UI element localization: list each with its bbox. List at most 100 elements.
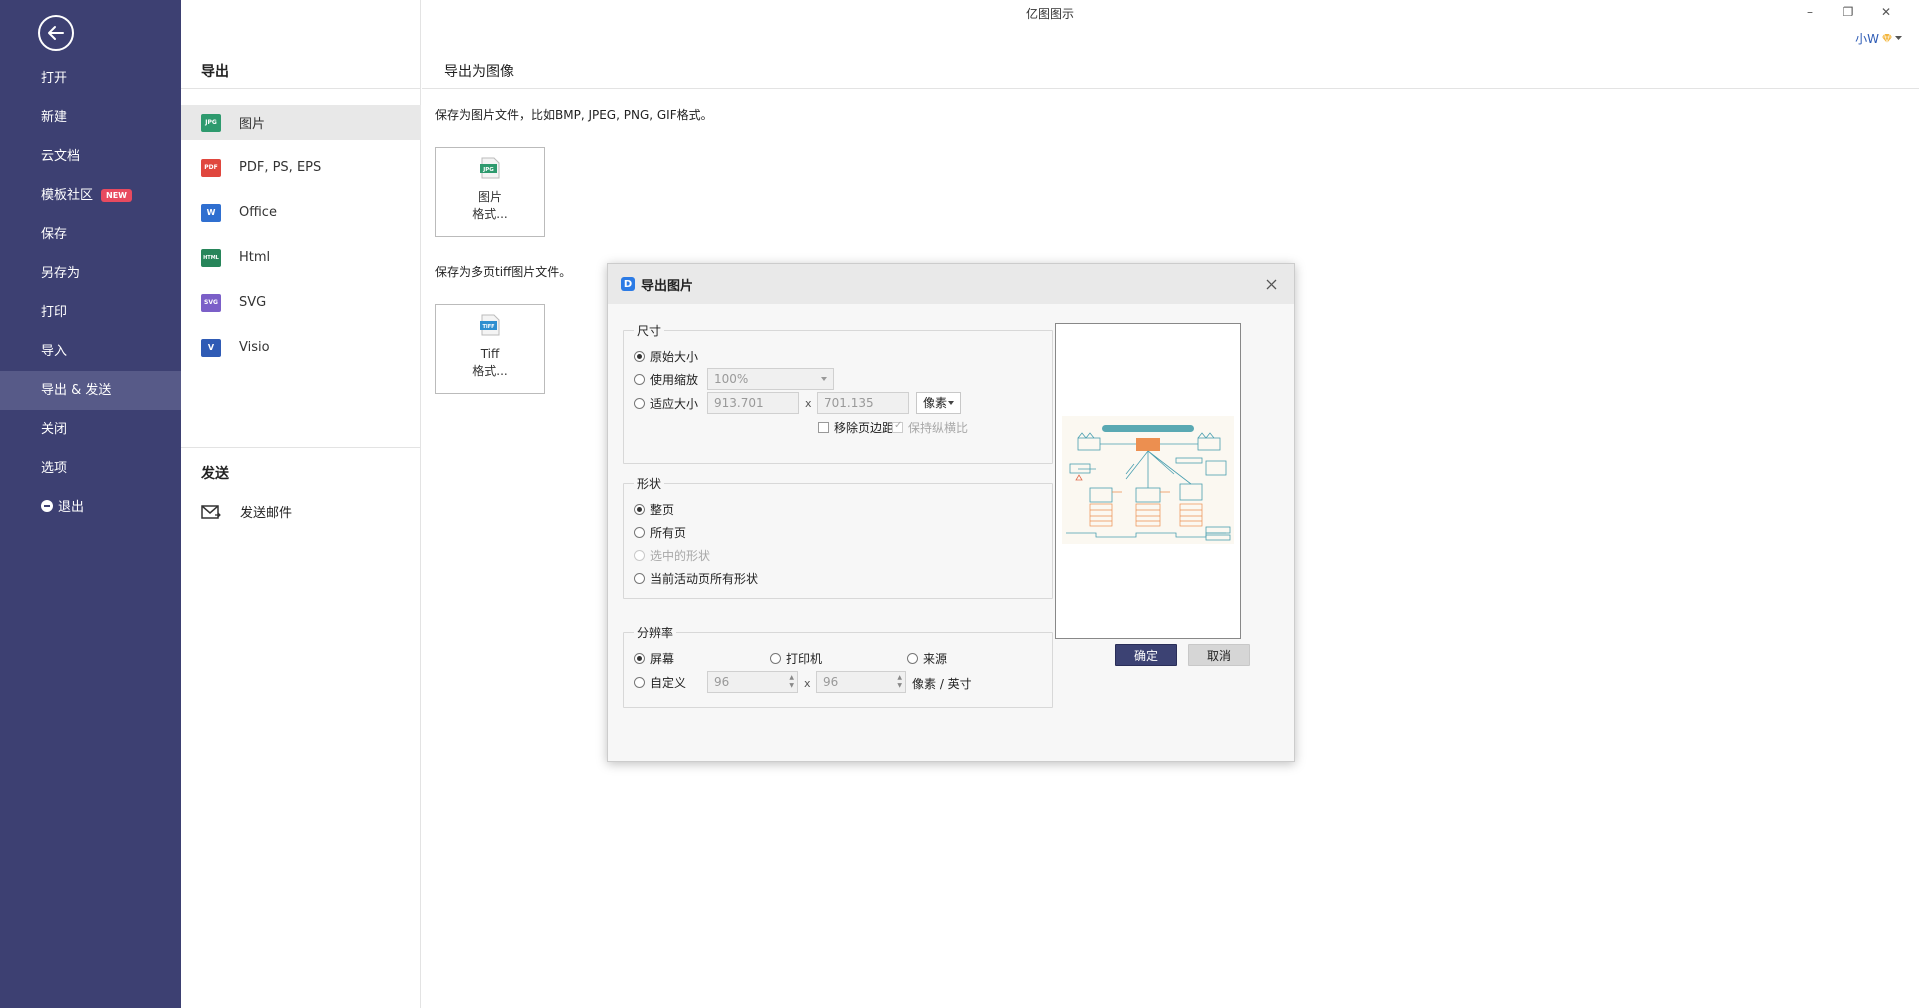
option-label: 所有页 [650,526,687,540]
sidebar-item-label: 关闭 [41,422,68,437]
zoom-value: 100% [714,372,749,386]
sidebar-item-cloud-docs[interactable]: 云文档 [0,137,181,176]
group-label: 形状 [634,475,665,492]
export-item-label: 图片 [239,117,266,132]
sidebar-item-import[interactable]: 导入 [0,332,181,371]
image-format-card[interactable]: JPG 图片 格式... [435,147,545,237]
size-group: 尺寸 原始大小 使用缩放 100% 适应大小 913.701 x 701.135… [623,322,1053,464]
radio-source[interactable] [907,653,918,664]
sidebar-item-label: 退出 [58,500,85,515]
unit-select[interactable]: 像素 [916,392,961,414]
send-heading: 发送 [201,466,229,482]
sidebar-item-save[interactable]: 保存 [0,215,181,254]
sidebar-item-new[interactable]: 新建 [0,98,181,137]
dialog-close-button[interactable] [1262,275,1280,293]
back-button[interactable] [38,15,74,51]
radio-custom[interactable] [634,677,645,688]
sidebar-item-label: 打印 [41,305,68,320]
shape-group: 形状 整页 所有页 选中的形状 当前活动页所有形状 [623,475,1053,599]
sidebar-item-exit[interactable]: 退出 [0,488,181,527]
resolution-custom-option[interactable]: 自定义 [634,674,686,691]
resolution-printer-option[interactable]: 打印机 [770,650,822,667]
size-original-option[interactable]: 原始大小 [634,348,698,365]
size-zoom-option[interactable]: 使用缩放 [634,371,698,388]
radio-fit-size[interactable] [634,398,645,409]
export-item-label: PDF, PS, EPS [239,160,322,175]
chevron-down-icon [821,377,827,381]
sidebar-item-options[interactable]: 选项 [0,449,181,488]
export-item-html[interactable]: HTML Html [181,240,421,275]
sidebar-menu: 打开 新建 云文档 模板社区 NEW 保存 另存为 打印 导入 导出 & 发送 关… [0,59,181,527]
option-label: 来源 [923,652,948,666]
cancel-button[interactable]: 取消 [1188,644,1250,666]
size-fit-option[interactable]: 适应大小 [634,395,698,412]
export-item-label: Office [239,205,277,220]
ok-button[interactable]: 确定 [1115,644,1177,666]
spinner-arrows-icon: ▲ ▼ [789,674,794,689]
resolution-source-option[interactable]: 来源 [907,650,947,667]
content-heading: 导出为图像 [444,64,514,80]
option-label: 打印机 [786,652,823,666]
radio-use-zoom[interactable] [634,374,645,385]
shape-whole-page-option[interactable]: 整页 [634,501,674,518]
export-preview [1055,323,1241,639]
option-label: 选中的形状 [650,549,711,563]
radio-selected-shapes [634,550,645,561]
card-sublabel: 格式... [472,207,508,221]
dpi-x-spinner: 96 ▲ ▼ [707,671,798,693]
export-image-dialog: D 导出图片 尺寸 原始大小 使用缩放 100% 适应大小 913.701 x … [607,263,1295,762]
export-category-panel: 导出 JPG 图片 PDF PDF, PS, EPS W Office HTML… [181,0,421,1008]
sidebar-item-label: 导出 & 发送 [41,383,112,398]
jpg-file-icon: JPG [480,157,500,179]
sidebar-item-print[interactable]: 打印 [0,293,181,332]
tiff-tag: TIFF [482,324,494,330]
width-input: 913.701 [707,392,799,414]
sidebar-item-close[interactable]: 关闭 [0,410,181,449]
dialog-title: 导出图片 [641,278,694,294]
sidebar-item-save-as[interactable]: 另存为 [0,254,181,293]
shape-all-pages-option[interactable]: 所有页 [634,524,686,541]
radio-original-size[interactable] [634,351,645,362]
export-item-visio[interactable]: V Visio [181,330,421,365]
option-label: 屏幕 [650,652,675,666]
export-item-label: Html [239,250,271,265]
option-label: 使用缩放 [650,373,699,387]
option-label: 当前活动页所有形状 [650,572,759,586]
divider [181,88,421,89]
remove-margin-option[interactable]: 移除页边距 [818,419,894,436]
tiff-format-card[interactable]: TIFF Tiff 格式... [435,304,545,394]
export-list: JPG 图片 PDF PDF, PS, EPS W Office HTML Ht… [181,105,421,375]
radio-screen[interactable] [634,653,645,664]
resolution-screen-option[interactable]: 屏幕 [634,650,674,667]
chevron-down-icon [948,401,954,405]
export-heading: 导出 [201,64,229,80]
sidebar-item-open[interactable]: 打开 [0,59,181,98]
export-item-office[interactable]: W Office [181,195,421,230]
option-label: 原始大小 [650,350,699,364]
radio-printer[interactable] [770,653,781,664]
svg-file-icon: SVG [200,291,221,314]
zoom-select: 100% [707,368,834,390]
radio-active-page-shapes[interactable] [634,573,645,584]
unit-value: 像素 [923,396,948,410]
sidebar-item-template-community[interactable]: 模板社区 NEW [0,176,181,215]
export-item-svg[interactable]: SVG SVG [181,285,421,320]
send-email-item[interactable]: 发送邮件 [201,502,292,521]
spinner-arrows-icon: ▲ ▼ [897,674,902,689]
card-sublabel: 格式... [472,364,508,378]
sidebar-item-export-send[interactable]: 导出 & 发送 [0,371,181,410]
export-item-label: SVG [239,295,267,310]
option-label: 移除页边距 [834,421,895,435]
send-email-label: 发送邮件 [240,506,293,521]
divider [422,88,1919,89]
pdf-file-icon: PDF [200,156,221,179]
export-item-pdf[interactable]: PDF PDF, PS, EPS [181,150,421,185]
export-item-image[interactable]: JPG 图片 [181,105,421,140]
shape-active-page-option[interactable]: 当前活动页所有形状 [634,570,758,587]
export-item-label: Visio [239,340,270,355]
sidebar-item-label: 选项 [41,461,68,476]
radio-all-pages[interactable] [634,527,645,538]
checkbox-remove-margin[interactable] [818,422,829,433]
sidebar-item-label: 云文档 [41,149,81,164]
radio-whole-page[interactable] [634,504,645,515]
